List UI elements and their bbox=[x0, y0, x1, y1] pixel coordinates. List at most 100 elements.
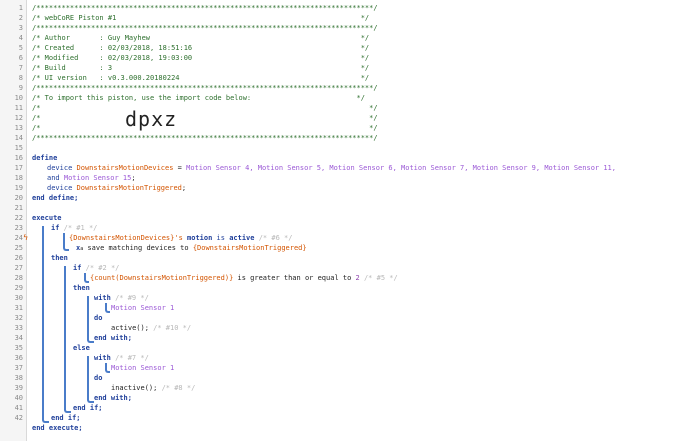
code-editor[interactable]: 1 2 3 4 5 6 7 8 9 10 11 12 13 14 15 16 17 18 19 20 21 22 23 24 2… bbox=[0, 0, 690, 441]
semicolon: ; bbox=[181, 184, 187, 192]
if-block-bracket bbox=[64, 266, 71, 413]
command-text: inactive(); bbox=[111, 384, 158, 392]
device-item[interactable]: Motion Sensor 1 bbox=[111, 303, 174, 313]
with-block-bracket bbox=[87, 356, 94, 403]
device-item[interactable]: Motion Sensor 1 bbox=[111, 363, 174, 373]
statement-comment: /* #7 */ bbox=[115, 354, 149, 362]
line-number: 26 bbox=[14, 254, 23, 262]
line-number: 15 bbox=[14, 144, 23, 152]
line-number: 33 bbox=[14, 324, 23, 332]
line-number: 20 bbox=[14, 194, 23, 202]
condition-comment: /* #6 */ bbox=[258, 234, 293, 242]
line-number: 7 bbox=[18, 64, 23, 72]
save-matching-devices[interactable]: xa save matching devices to {DownstairsM… bbox=[76, 243, 307, 254]
header-comment-line: /***************************************… bbox=[32, 134, 378, 142]
header-comment-line: /***************************************… bbox=[32, 4, 378, 12]
line-number: 5 bbox=[18, 44, 23, 52]
header-comment-line: /* Created : 02/03/2018, 18:51:16 */ bbox=[32, 44, 370, 52]
with-keyword: with bbox=[94, 354, 111, 362]
line-number: 1 bbox=[18, 4, 23, 12]
end-if-keyword: end if; bbox=[73, 404, 103, 412]
task-comment: /* #8 */ bbox=[161, 384, 196, 392]
line-number: 39 bbox=[14, 384, 23, 392]
end-if-keyword: end if; bbox=[51, 414, 81, 422]
line-number: 6 bbox=[18, 54, 23, 62]
do-keyword: do bbox=[94, 374, 103, 382]
line-number: 2 bbox=[18, 14, 23, 22]
brace-close: }'s bbox=[170, 234, 183, 242]
line-number: 3 bbox=[18, 24, 23, 32]
device-bracket bbox=[105, 303, 110, 313]
device-definition-2[interactable]: device DownstairsMotionTriggered; bbox=[47, 183, 186, 193]
line-number: 23 bbox=[14, 224, 23, 232]
device-definition-1[interactable]: device DownstairsMotionDevices = Motion … bbox=[47, 163, 616, 173]
header-comment-line: /***************************************… bbox=[32, 84, 378, 92]
if-keyword: if bbox=[73, 264, 82, 272]
line-number: 34 bbox=[14, 334, 23, 342]
line-number: 11 bbox=[14, 104, 23, 112]
line-number: 41 bbox=[14, 404, 23, 412]
statement-comment: /* #9 */ bbox=[115, 294, 149, 302]
save-variable: {DownstairsMotionTriggered} bbox=[192, 244, 307, 252]
header-comment-line: /* Author : Guy Mayhew */ bbox=[32, 34, 370, 42]
end-with-keyword: end with; bbox=[94, 394, 132, 402]
header-comment-line: /* webCoRE Piston #1 */ bbox=[32, 14, 370, 22]
line-number-gutter: 1 2 3 4 5 6 7 8 9 10 11 12 13 14 15 16 17 18 19 20 21 22 23 24 2… bbox=[0, 0, 27, 441]
line-number: 28 bbox=[14, 274, 23, 282]
condition-comment: /* #5 */ bbox=[363, 274, 398, 282]
define-keyword: define bbox=[32, 154, 58, 162]
header-comment-line: /* To import this piston, use the import… bbox=[32, 94, 365, 102]
if-statement-2[interactable]: if /* #2 */ bbox=[73, 263, 119, 273]
line-number: 29 bbox=[14, 284, 23, 292]
line-number: 21 bbox=[14, 204, 23, 212]
line-number: 18 bbox=[14, 174, 23, 182]
device-keyword: device bbox=[47, 164, 73, 172]
if-statement-1[interactable]: if /* #1 */ bbox=[51, 223, 97, 233]
line-number: 19 bbox=[14, 184, 23, 192]
line-number: 16 bbox=[14, 154, 23, 162]
if-keyword: if bbox=[51, 224, 60, 232]
line-number: 40 bbox=[14, 394, 23, 402]
attribute-name: motion bbox=[187, 234, 213, 242]
count-expression: {count(DownstairsMotionTriggered)} bbox=[90, 274, 234, 282]
and-keyword: and bbox=[47, 174, 60, 182]
line-number: 31 bbox=[14, 304, 23, 312]
line-number: 35 bbox=[14, 344, 23, 352]
is-keyword: is bbox=[216, 234, 225, 242]
task-inactive[interactable]: inactive(); /* #8 */ bbox=[111, 383, 195, 393]
semicolon: ; bbox=[131, 174, 136, 182]
comparison-text: is greater than or equal to bbox=[237, 274, 352, 282]
line-number: 10 bbox=[14, 94, 23, 102]
line-number: 8 bbox=[18, 74, 23, 82]
line-number: 22 bbox=[14, 214, 23, 222]
then-keyword: then bbox=[51, 254, 68, 262]
line-number: 14 bbox=[14, 134, 23, 142]
with-block-bracket bbox=[87, 296, 94, 343]
line-number: 42 bbox=[14, 414, 23, 422]
comparison-value: 2 bbox=[355, 274, 360, 282]
line-number: 13 bbox=[14, 124, 23, 132]
line-number: 12 bbox=[14, 114, 23, 122]
task-active[interactable]: active(); /* #10 */ bbox=[111, 323, 191, 333]
else-keyword: else bbox=[73, 344, 90, 352]
header-comment-line: /* Modified : 02/03/2018, 19:03:00 */ bbox=[32, 54, 370, 62]
task-comment: /* #10 */ bbox=[153, 324, 192, 332]
condition-2[interactable]: {count(DownstairsMotionTriggered)} is gr… bbox=[90, 273, 398, 283]
header-comment-line: /* UI version : v0.3.000.20180224 */ bbox=[32, 74, 370, 82]
condition-1[interactable]: {DownstairsMotionDevices}'s motion is ac… bbox=[69, 233, 292, 243]
line-number: 25 bbox=[14, 244, 23, 252]
header-comment-line: /* Build : 3 */ bbox=[32, 64, 370, 72]
line-number: 36 bbox=[14, 354, 23, 362]
variable-ref: DownstairsMotionDevices bbox=[73, 234, 171, 242]
device-bracket bbox=[105, 363, 110, 373]
line-number: 38 bbox=[14, 374, 23, 382]
line-number: 27 bbox=[14, 264, 23, 272]
end-with-keyword: end with; bbox=[94, 334, 132, 342]
header-comment-line: /***************************************… bbox=[32, 24, 378, 32]
device-definition-cont: and Motion Sensor 15; bbox=[47, 173, 136, 183]
equals-sign: = bbox=[173, 164, 187, 172]
line-number: 30 bbox=[14, 294, 23, 302]
with-statement-1[interactable]: with /* #9 */ bbox=[94, 293, 149, 303]
with-keyword: with bbox=[94, 294, 111, 302]
with-statement-2[interactable]: with /* #7 */ bbox=[94, 353, 149, 363]
